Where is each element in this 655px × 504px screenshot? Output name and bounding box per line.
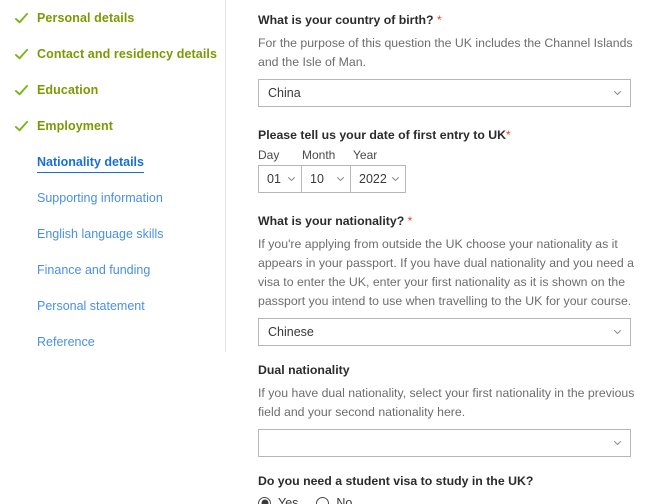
required-asterisk: * bbox=[407, 214, 413, 229]
application-sections-sidebar: Personal details Contact and residency d… bbox=[0, 0, 226, 504]
sidebar-item-label: Nationality details bbox=[14, 155, 144, 173]
nationality-value: Chinese bbox=[268, 325, 314, 340]
dual-nationality-help: If you have dual nationality, select you… bbox=[258, 385, 635, 419]
check-icon bbox=[14, 47, 32, 62]
month-value: 10 bbox=[310, 172, 324, 187]
sidebar-item-english-language-skills[interactable]: English language skills bbox=[0, 216, 226, 252]
first-entry-date-label-text: Please tell us your date of first entry … bbox=[258, 127, 507, 142]
sidebar-item-label: Personal details bbox=[37, 11, 135, 25]
first-entry-date-field: Please tell us your date of first entry … bbox=[258, 127, 640, 194]
year-heading: Year bbox=[353, 148, 378, 163]
student-visa-label: Do you need a student visa to study in t… bbox=[258, 473, 534, 488]
chevron-down-icon bbox=[391, 175, 400, 184]
sidebar-item-education[interactable]: Education bbox=[0, 72, 226, 108]
month-select[interactable]: 10 bbox=[302, 166, 351, 193]
dual-nationality-label: Dual nationality bbox=[258, 363, 350, 378]
radio-unselected-icon[interactable] bbox=[316, 496, 330, 504]
sidebar-item-personal-statement[interactable]: Personal statement bbox=[0, 288, 226, 324]
country-of-birth-select[interactable]: China bbox=[258, 78, 631, 107]
radio-selected-icon[interactable] bbox=[258, 496, 271, 504]
country-of-birth-field: What is your country of birth? * For the… bbox=[258, 12, 640, 107]
sidebar-item-label: Employment bbox=[37, 119, 114, 133]
nationality-details-form: What is your country of birth? * For the… bbox=[226, 0, 655, 504]
student-visa-option-no-label: No bbox=[336, 496, 353, 504]
chevron-down-icon bbox=[613, 88, 622, 97]
required-asterisk: * bbox=[437, 13, 442, 27]
sidebar-item-label: Contact and residency details bbox=[37, 47, 218, 61]
date-select-group: 01 10 2022 bbox=[258, 165, 406, 194]
nationality-details-page: Personal details Contact and residency d… bbox=[0, 0, 655, 504]
nationality-field: What is your nationality? * If you're ap… bbox=[258, 213, 640, 347]
student-visa-option-no[interactable]: No bbox=[316, 496, 352, 504]
chevron-down-icon bbox=[613, 328, 622, 337]
sidebar-item-label: Supporting information bbox=[37, 191, 163, 205]
year-select[interactable]: 2022 bbox=[351, 166, 405, 192]
required-asterisk: * bbox=[506, 127, 511, 142]
student-visa-radio-group: Yes No bbox=[258, 496, 640, 504]
sidebar-item-nationality-details[interactable]: Nationality details bbox=[0, 144, 226, 180]
nationality-select[interactable]: Chinese bbox=[258, 318, 631, 347]
country-of-birth-label: What is your country of birth? * bbox=[258, 12, 640, 29]
nationality-label: What is your nationality? * bbox=[258, 213, 640, 230]
sidebar-item-supporting-information[interactable]: Supporting information bbox=[0, 180, 226, 216]
sidebar-item-contact-and-residency-details[interactable]: Contact and residency details bbox=[0, 36, 226, 72]
day-value: 01 bbox=[267, 172, 281, 187]
sidebar-item-label: Reference bbox=[37, 335, 95, 349]
sidebar-item-label: Finance and funding bbox=[37, 263, 151, 277]
nationality-label-text: What is your nationality? bbox=[258, 214, 405, 229]
sidebar-item-employment[interactable]: Employment bbox=[0, 108, 226, 144]
country-of-birth-label-text: What is your country of birth? bbox=[258, 13, 434, 27]
check-icon bbox=[14, 83, 32, 98]
dual-nationality-field: Dual nationality If you have dual nation… bbox=[258, 362, 640, 457]
student-visa-field: Do you need a student visa to study in t… bbox=[258, 473, 640, 504]
check-icon bbox=[14, 119, 32, 134]
student-visa-option-yes-label: Yes bbox=[278, 496, 299, 504]
nationality-help: If you're applying from outside the UK c… bbox=[258, 236, 634, 309]
sidebar-item-finance-and-funding[interactable]: Finance and funding bbox=[0, 252, 226, 288]
date-column-headings: Day Month Year bbox=[258, 148, 640, 162]
chevron-down-icon bbox=[613, 438, 622, 447]
check-icon bbox=[14, 11, 32, 26]
country-of-birth-value: China bbox=[268, 85, 301, 100]
month-heading: Month bbox=[302, 148, 336, 163]
first-entry-date-label: Please tell us your date of first entry … bbox=[258, 127, 640, 144]
sidebar-item-personal-details[interactable]: Personal details bbox=[0, 0, 226, 36]
dual-nationality-select[interactable] bbox=[258, 428, 631, 457]
chevron-down-icon bbox=[336, 175, 345, 184]
sidebar-item-label: Education bbox=[37, 83, 99, 97]
sidebar-item-label: Personal statement bbox=[37, 299, 145, 313]
sidebar-item-reference[interactable]: Reference bbox=[0, 324, 226, 360]
day-heading: Day bbox=[258, 148, 280, 163]
sidebar-nav-list: Personal details Contact and residency d… bbox=[0, 0, 226, 360]
day-select[interactable]: 01 bbox=[259, 166, 302, 193]
year-value: 2022 bbox=[359, 172, 387, 187]
student-visa-option-yes[interactable]: Yes bbox=[258, 496, 298, 504]
sidebar-item-label: English language skills bbox=[37, 227, 164, 241]
chevron-down-icon bbox=[287, 175, 296, 184]
country-of-birth-help: For the purpose of this question the UK … bbox=[258, 35, 633, 69]
